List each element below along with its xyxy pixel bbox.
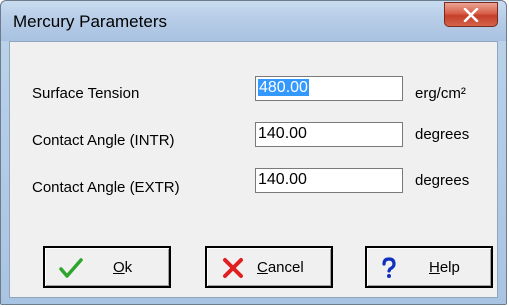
question-mark-icon <box>382 257 396 278</box>
title-bar[interactable]: Mercury Parameters <box>1 1 506 41</box>
contact-angle-extr-label: Contact Angle (EXTR) <box>32 179 180 196</box>
contact-angle-intr-label: Contact Angle (INTR) <box>32 132 175 149</box>
dialog-window: Mercury Parameters Surface Tension 480.0… <box>0 0 507 305</box>
surface-tension-input[interactable]: 480.00 <box>255 76 403 101</box>
contact-angle-intr-input[interactable]: 140.00 <box>255 122 403 147</box>
contact-angle-extr-unit: degrees <box>415 172 470 189</box>
help-label: Help <box>429 259 460 276</box>
checkmark-icon <box>59 258 83 278</box>
cancel-label: Cancel <box>257 259 304 276</box>
surface-tension-value: 480.00 <box>258 79 309 96</box>
close-icon <box>463 7 479 22</box>
contact-angle-extr-input[interactable]: 140.00 <box>255 168 403 193</box>
surface-tension-unit: erg/cm² <box>415 85 466 102</box>
ok-label: Ok <box>113 259 133 276</box>
contact-angle-intr-value: 140.00 <box>258 125 307 142</box>
help-button[interactable]: Help <box>365 246 493 288</box>
cancel-button[interactable]: Cancel <box>205 246 333 288</box>
close-button[interactable] <box>444 2 498 27</box>
ok-button[interactable]: Ok <box>43 246 171 288</box>
dialog-body: Surface Tension 480.00 erg/cm² Contact A… <box>9 41 498 298</box>
contact-angle-intr-unit: degrees <box>415 126 470 143</box>
window-title: Mercury Parameters <box>13 12 167 31</box>
surface-tension-label: Surface Tension <box>32 85 140 102</box>
red-x-icon <box>223 258 243 278</box>
contact-angle-extr-value: 140.00 <box>258 171 307 188</box>
